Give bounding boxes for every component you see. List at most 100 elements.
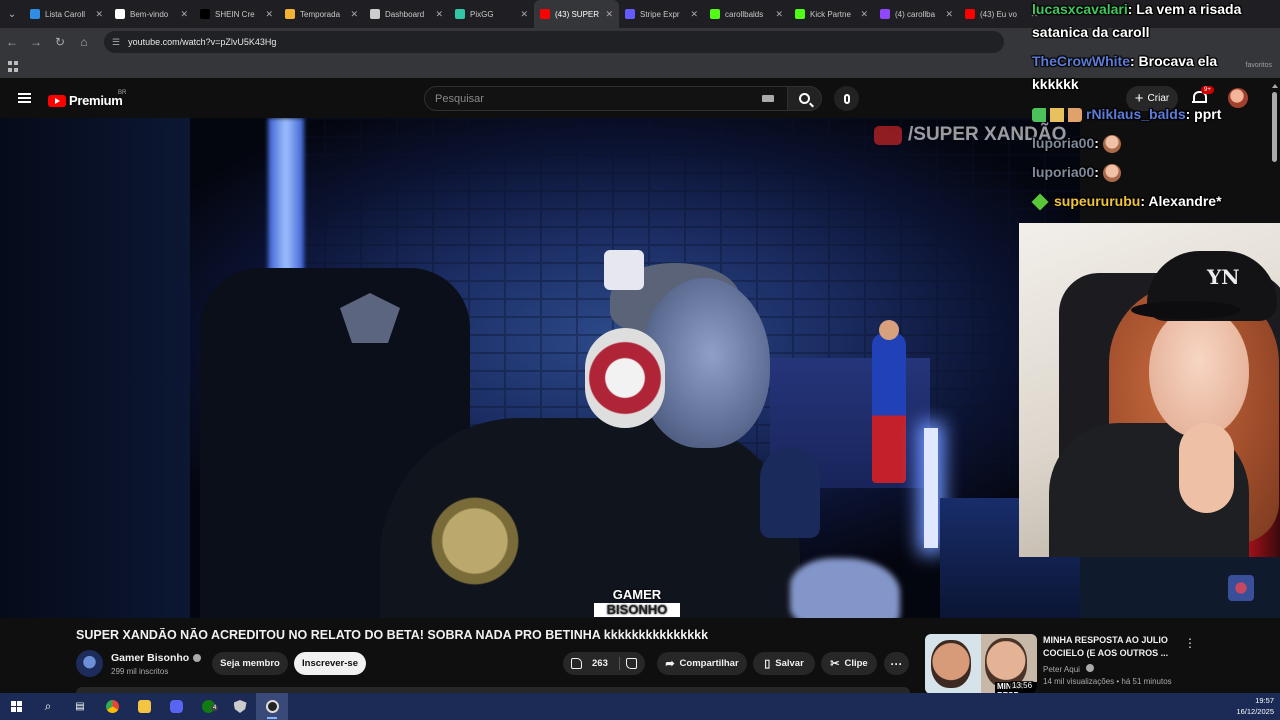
obs-icon[interactable] bbox=[256, 693, 288, 720]
reload-icon[interactable]: ↻ bbox=[48, 30, 72, 54]
forward-icon[interactable]: → bbox=[24, 30, 48, 54]
chat-username: rNiklaus_balds bbox=[1086, 106, 1186, 122]
recommendation-menu-icon[interactable]: ⋮ bbox=[1184, 636, 1196, 650]
tab-close-icon[interactable]: ✕ bbox=[860, 9, 868, 20]
tab-favicon-icon bbox=[540, 9, 550, 19]
back-icon[interactable]: ← bbox=[0, 30, 24, 54]
tab-close-icon[interactable]: ✕ bbox=[95, 9, 103, 20]
browser-tab[interactable]: Stripe Expr ✕ bbox=[619, 0, 704, 28]
recommended-stats: 14 mil visualizações • há 51 minutos bbox=[1043, 677, 1172, 686]
chat-text: kkkkkk bbox=[1032, 76, 1079, 92]
browser-tab[interactable]: Lista Caroll ✕ bbox=[24, 0, 109, 28]
more-actions-button[interactable]: ··· bbox=[884, 652, 909, 675]
tab-close-icon[interactable]: ✕ bbox=[945, 9, 953, 20]
screen: ⌄ Lista Caroll ✕ Bem-vindo ✕ SHEIN Cre ✕ Tempo… bbox=[0, 0, 1280, 720]
channel-name-text: Gamer Bisonho bbox=[111, 652, 190, 664]
webcam-person-face bbox=[1149, 308, 1249, 438]
discord-icon[interactable] bbox=[160, 693, 192, 720]
recommended-channel[interactable]: Peter Aqui bbox=[1043, 664, 1095, 674]
webcam-person-hand bbox=[1179, 423, 1234, 513]
voice-search-button[interactable] bbox=[834, 86, 859, 111]
thumbs-down-icon[interactable] bbox=[626, 658, 637, 669]
verified-icon bbox=[1086, 664, 1095, 672]
tab-title: PixGG bbox=[470, 9, 494, 19]
like-dislike-button[interactable]: 263 bbox=[563, 652, 645, 675]
browser-tab[interactable]: Bem-vindo ✕ bbox=[109, 0, 194, 28]
browser-tab[interactable]: SHEIN Cre ✕ bbox=[194, 0, 279, 28]
tab-close-icon[interactable]: ✕ bbox=[350, 9, 358, 20]
video-scene-figure bbox=[872, 333, 906, 483]
browser-tab[interactable]: (4) carollba ✕ bbox=[874, 0, 959, 28]
country-code: BR bbox=[118, 90, 127, 96]
browser-tab[interactable]: Temporada ✕ bbox=[279, 0, 364, 28]
chat-badges-icon bbox=[1032, 108, 1082, 123]
tab-favicon-icon bbox=[795, 9, 805, 19]
thumbs-up-icon[interactable] bbox=[571, 658, 582, 669]
chrome-icon[interactable] bbox=[96, 693, 128, 720]
tab-search-icon[interactable]: ⌄ bbox=[0, 0, 24, 28]
youtube-logo[interactable]: Premium bbox=[48, 93, 123, 108]
tab-title: Lista Caroll bbox=[45, 9, 86, 19]
scrollbar-thumb[interactable] bbox=[1272, 92, 1277, 162]
browser-tab[interactable]: (43) SUPER ✕ bbox=[534, 0, 619, 28]
browser-tab[interactable]: carollbalds ✕ bbox=[704, 0, 789, 28]
chat-message: satanica da caroll bbox=[1032, 21, 1150, 44]
file-explorer-icon[interactable] bbox=[128, 693, 160, 720]
search-input[interactable]: Pesquisar bbox=[424, 86, 788, 111]
hamburger-menu-icon[interactable] bbox=[18, 93, 31, 103]
windows-taskbar: ⌕ ▤ 4 19:57 16/12/2025 bbox=[0, 693, 1280, 720]
system-clock[interactable]: 19:57 16/12/2025 bbox=[1236, 695, 1274, 717]
scroll-up-icon[interactable] bbox=[1272, 84, 1278, 88]
shield-icon[interactable] bbox=[224, 693, 256, 720]
keyboard-icon[interactable] bbox=[762, 95, 774, 102]
tab-close-icon[interactable]: ✕ bbox=[605, 9, 613, 20]
tab-title: Temporada bbox=[300, 9, 341, 19]
video-scene-microphone bbox=[760, 448, 820, 538]
subscribe-button[interactable]: Inscrever-se bbox=[294, 652, 366, 675]
page-scrollbar[interactable] bbox=[1272, 84, 1278, 170]
tab-close-icon[interactable]: ✕ bbox=[520, 9, 528, 20]
recommended-video-title[interactable]: MINHA RESPOSTA AO JULIO COCIELO (E AOS O… bbox=[1043, 634, 1173, 660]
search-button[interactable] bbox=[788, 86, 822, 111]
channel-name[interactable]: Gamer Bisonho bbox=[111, 652, 202, 664]
xbox-icon[interactable]: 4 bbox=[192, 693, 224, 720]
url-text: youtube.com/watch?v=pZlvU5K43Hg bbox=[128, 37, 277, 47]
like-count: 263 bbox=[592, 658, 608, 669]
home-icon[interactable]: ⌂ bbox=[72, 30, 96, 54]
search-taskbar-icon[interactable]: ⌕ bbox=[32, 693, 64, 720]
save-button[interactable]: ▯ Salvar bbox=[753, 652, 815, 675]
tab-close-icon[interactable]: ✕ bbox=[265, 9, 273, 20]
scissors-icon: ✂ bbox=[830, 658, 840, 670]
tab-favicon-icon bbox=[455, 9, 465, 19]
clip-button[interactable]: ✂ Clipe bbox=[821, 652, 877, 675]
browser-tab[interactable]: Dashboard ✕ bbox=[364, 0, 449, 28]
channel-avatar[interactable] bbox=[76, 650, 103, 677]
apps-grid-icon[interactable] bbox=[8, 61, 19, 72]
video-scene-hand bbox=[790, 558, 900, 618]
sub-badge-icon bbox=[1031, 193, 1049, 211]
recommended-channel-name: Peter Aqui bbox=[1043, 665, 1080, 674]
webcam-cap-brim bbox=[1131, 301, 1241, 319]
youtube-watermark-icon bbox=[874, 125, 902, 145]
browser-tab[interactable]: PixGG ✕ bbox=[449, 0, 534, 28]
start-button[interactable] bbox=[0, 693, 32, 720]
tab-close-icon[interactable]: ✕ bbox=[690, 9, 698, 20]
tab-title: carollbalds bbox=[725, 9, 764, 19]
share-button[interactable]: ➦ Compartilhar bbox=[657, 652, 747, 675]
search-placeholder: Pesquisar bbox=[435, 92, 484, 105]
tab-close-icon[interactable]: ✕ bbox=[180, 9, 188, 20]
video-player[interactable]: /SUPER XANDÃO GAMER BISONHO bbox=[0, 118, 1080, 618]
tab-title: Dashboard bbox=[385, 9, 425, 19]
task-view-icon[interactable]: ▤ bbox=[64, 693, 96, 720]
address-bar[interactable]: ☰ youtube.com/watch?v=pZlvU5K43Hg bbox=[104, 31, 1004, 53]
chat-message: lucasxcavalari: La vem a risada bbox=[1032, 0, 1241, 21]
video-scene-neon-light bbox=[924, 428, 938, 548]
browser-tab[interactable]: Kick Partne ✕ bbox=[789, 0, 874, 28]
join-button[interactable]: Seja membro bbox=[212, 652, 288, 675]
chat-message: kkkkkk bbox=[1032, 73, 1079, 96]
share-label: Compartilhar bbox=[679, 658, 739, 669]
tab-close-icon[interactable]: ✕ bbox=[775, 9, 783, 20]
verified-icon bbox=[193, 654, 202, 662]
tab-close-icon[interactable]: ✕ bbox=[435, 9, 443, 20]
site-info-icon[interactable]: ☰ bbox=[112, 37, 120, 48]
